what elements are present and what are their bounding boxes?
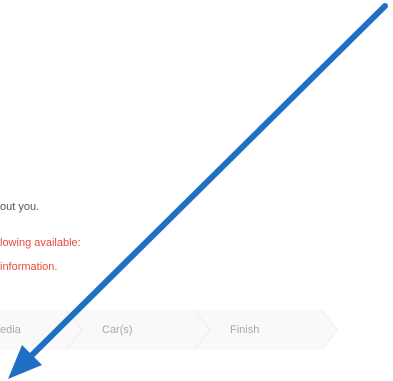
wizard-steps-background xyxy=(0,310,338,350)
notice-line-1: lowing available: xyxy=(0,237,81,249)
page: out you. lowing available: information. … xyxy=(0,0,393,381)
wizard-step-finish[interactable]: Finish xyxy=(230,310,259,350)
wizard-step-media[interactable]: edia xyxy=(0,310,21,350)
notice-line-2: information. xyxy=(0,261,58,273)
intro-text: out you. xyxy=(0,201,40,213)
wizard-step-cars[interactable]: Car(s) xyxy=(102,310,133,350)
wizard-steps: edia Car(s) Finish xyxy=(0,310,340,350)
